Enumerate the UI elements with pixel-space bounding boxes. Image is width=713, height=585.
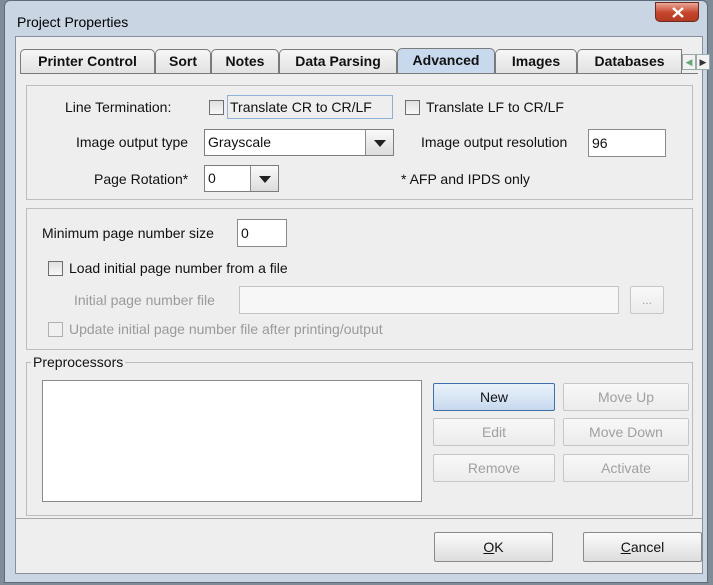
footer-separator <box>16 518 702 519</box>
image-output-resolution-label: Image output resolution <box>421 134 568 150</box>
lf-to-crlf-label[interactable]: Translate LF to CR/LF <box>426 99 564 115</box>
update-initial-page-number-label[interactable]: Update initial page number file after pr… <box>69 321 383 337</box>
activate-preprocessor-button[interactable]: Activate <box>563 454 689 482</box>
project-properties-window: Project Properties Printer Control Sort … <box>4 0 710 583</box>
preprocessors-group: Preprocessors New Move Up Edit Move Down… <box>26 354 693 516</box>
page-rotation-label: Page Rotation* <box>94 171 189 187</box>
tab-advanced[interactable]: Advanced <box>397 48 495 73</box>
tab-divider <box>20 73 698 74</box>
tab-scroll-left-button[interactable]: ◀ <box>682 54 696 70</box>
chevron-left-icon: ◀ <box>685 57 693 67</box>
close-button[interactable] <box>655 2 699 22</box>
window-title: Project Properties <box>17 14 129 30</box>
image-output-type-value: Grayscale <box>208 134 272 150</box>
tab-images[interactable]: Images <box>495 49 577 73</box>
chevron-down-icon[interactable] <box>365 130 393 155</box>
load-initial-page-number-checkbox[interactable] <box>48 261 63 276</box>
image-output-resolution-input[interactable]: 96 <box>588 129 666 157</box>
image-output-type-select[interactable]: Grayscale <box>204 129 394 156</box>
lf-to-crlf-checkbox[interactable] <box>405 100 420 115</box>
preprocessors-title: Preprocessors <box>31 354 126 370</box>
move-up-button[interactable]: Move Up <box>563 383 689 411</box>
dialog-body: Printer Control Sort Notes Data Parsing … <box>15 36 710 574</box>
new-preprocessor-button[interactable]: New <box>433 383 555 411</box>
preprocessors-list[interactable] <box>42 380 422 502</box>
remove-preprocessor-button[interactable]: Remove <box>433 454 555 482</box>
chevron-right-icon: ▶ <box>699 57 707 67</box>
page-rotation-value: 0 <box>208 170 216 186</box>
page-number-panel: Minimum page number size 0 Load initial … <box>26 208 693 350</box>
ok-label-rest: K <box>494 539 504 555</box>
page-rotation-select[interactable]: 0 <box>204 165 279 192</box>
tab-printer-control[interactable]: Printer Control <box>20 49 155 73</box>
tab-scroll-right-button[interactable]: ▶ <box>696 54 710 70</box>
load-initial-page-number-label[interactable]: Load initial page number from a file <box>69 260 288 276</box>
ok-mnemonic: O <box>483 539 495 555</box>
initial-page-number-file-input[interactable] <box>239 286 619 314</box>
cancel-label-rest: ancel <box>630 539 665 555</box>
afp-ipds-note: * AFP and IPDS only <box>401 171 530 187</box>
min-page-number-size-input[interactable]: 0 <box>237 219 287 247</box>
move-down-button[interactable]: Move Down <box>563 418 689 446</box>
edit-preprocessor-button[interactable]: Edit <box>433 418 555 446</box>
close-icon <box>672 7 684 18</box>
tab-strip: Printer Control Sort Notes Data Parsing … <box>20 48 710 73</box>
title-bar[interactable]: Project Properties <box>5 1 707 35</box>
chevron-down-icon[interactable] <box>250 166 278 191</box>
output-settings-panel: Line Termination: Translate CR to CR/LF … <box>26 85 693 200</box>
initial-page-number-file-label: Initial page number file <box>74 292 215 308</box>
cancel-mnemonic: C <box>620 539 631 555</box>
tab-sort[interactable]: Sort <box>155 49 211 73</box>
tab-data-parsing[interactable]: Data Parsing <box>279 49 397 73</box>
ok-button[interactable]: OK <box>434 532 553 562</box>
browse-file-button[interactable]: ... <box>630 286 664 314</box>
line-termination-label: Line Termination: <box>65 99 172 115</box>
cr-to-crlf-checkbox[interactable] <box>209 100 224 115</box>
tab-databases[interactable]: Databases <box>577 49 682 73</box>
tab-notes[interactable]: Notes <box>211 49 279 73</box>
min-page-number-size-label: Minimum page number size <box>42 225 214 241</box>
image-output-type-label: Image output type <box>76 134 189 150</box>
update-initial-page-number-checkbox[interactable] <box>48 322 63 337</box>
cr-to-crlf-label[interactable]: Translate CR to CR/LF <box>230 99 372 115</box>
cancel-button[interactable]: Cancel <box>583 532 702 562</box>
